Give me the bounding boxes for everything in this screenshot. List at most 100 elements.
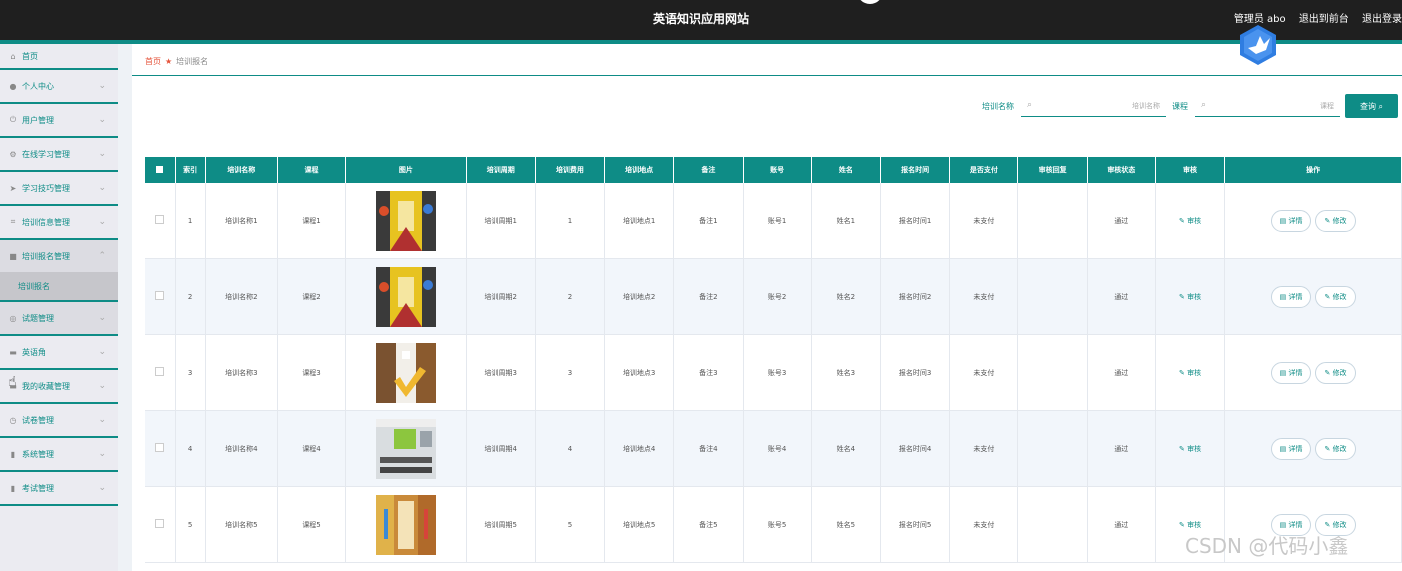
cell-account: 账号3 <box>743 334 812 411</box>
audit-link[interactable]: ✎ 审核 <box>1179 293 1201 301</box>
breadcrumb-home[interactable]: 首页 <box>145 57 161 66</box>
cell-period: 培训周期2 <box>466 258 536 335</box>
cell-note: 备注5 <box>673 486 744 563</box>
column-header: 账号 <box>743 157 812 183</box>
edit-icon: ✎ <box>1324 520 1331 529</box>
table-row: 3 培训名称3 课程3 培训周期3 3 培训地点3 备注3 账号3 姓名3 报名… <box>145 334 1402 411</box>
top-bar-stripe <box>0 40 1402 44</box>
crop-icon: ⌗ <box>10 217 16 226</box>
search-icon: ⌕ <box>1027 100 1033 110</box>
cell-paid: 未支付 <box>949 258 1019 335</box>
training-name-label: 培训名称 <box>982 102 1014 111</box>
top-bar: 英语知识应用网站 管理员 abo 退出到前台 退出登录 <box>0 0 1402 40</box>
sidebar-item-english-corner[interactable]: ▬ 英语角 ⌄ <box>0 336 118 370</box>
chevron-down-icon: ⌄ <box>98 449 106 459</box>
edit-icon: ✎ <box>1324 216 1331 225</box>
cell-audit-status: 通过 <box>1087 410 1156 487</box>
column-header: 培训地点 <box>604 157 675 183</box>
chevron-down-icon: ⌄ <box>98 149 106 159</box>
query-button[interactable]: 查询 ⌕ <box>1345 94 1398 118</box>
column-header: 审核回复 <box>1017 157 1088 183</box>
search-icon: ⌕ <box>1201 100 1207 110</box>
row-checkbox[interactable] <box>155 215 165 224</box>
edit-icon: ✎ <box>1179 368 1185 377</box>
sidebar-item-user-management[interactable]: ⏻ 用户管理 ⌄ <box>0 104 118 138</box>
column-header: 审核 <box>1155 157 1226 183</box>
chevron-down-icon: ⌄ <box>98 313 106 323</box>
sidebar-item-favorites[interactable]: ▬ 我的收藏管理 ⌄ <box>0 370 118 404</box>
edit-button[interactable]: ✎ 修改 <box>1315 285 1356 308</box>
classroom-photo-thumbnail[interactable] <box>375 190 436 251</box>
site-title: 英语知识应用网站 <box>652 12 749 26</box>
sidebar-item-home[interactable]: ⌂ 首页 <box>0 44 118 70</box>
edit-button[interactable]: ✎ 修改 <box>1315 361 1356 384</box>
row-checkbox[interactable] <box>155 519 165 528</box>
document-icon: ▤ <box>1279 216 1287 225</box>
edit-button[interactable]: ✎ 修改 <box>1315 209 1356 232</box>
row-checkbox[interactable] <box>155 443 165 452</box>
table-header-row: 索引 培训名称 课程 图片 培训周期 培训费用 培训地点 备注 账号 姓名 报名… <box>145 157 1402 183</box>
cell-fee: 2 <box>535 258 606 335</box>
top-right-links: 管理员 abo 退出到前台 退出登录 <box>1224 10 1402 25</box>
cell-audit-status: 通过 <box>1087 334 1156 411</box>
sidebar-item-personal-center[interactable]: ● 个人中心 ⌄ <box>0 70 118 104</box>
sidebar-item-online-learning[interactable]: ⚙ 在线学习管理 ⌄ <box>0 138 118 172</box>
cell-course: 课程1 <box>277 183 347 259</box>
chevron-down-icon: ⌄ <box>98 217 106 227</box>
bird-logo-icon <box>1240 25 1276 65</box>
sidebar-item-study-tips[interactable]: ➤ 学习技巧管理 ⌄ <box>0 172 118 206</box>
cell-place: 培训地点3 <box>604 334 675 411</box>
training-name-input[interactable] <box>1041 97 1162 115</box>
cell-index: 4 <box>175 410 206 487</box>
edit-icon: ✎ <box>1179 520 1185 529</box>
select-all-checkbox[interactable] <box>156 165 164 173</box>
audit-link[interactable]: ✎ 审核 <box>1179 217 1201 225</box>
sidebar-item-training-info[interactable]: ⌗ 培训信息管理 ⌄ <box>0 206 118 240</box>
cell-account: 账号2 <box>743 258 812 335</box>
edit-button[interactable]: ✎ 修改 <box>1315 437 1356 460</box>
cell-audit-status: 通过 <box>1087 486 1156 563</box>
audit-link[interactable]: ✎ 审核 <box>1179 521 1201 529</box>
cell-course: 课程2 <box>277 258 347 335</box>
sidebar-item-system[interactable]: ▮ 系统管理 ⌄ <box>0 438 118 472</box>
sidebar-subitem-training-signup[interactable]: 培训报名 <box>0 272 118 302</box>
sidebar-item-exam[interactable]: ▮ 考试管理 ⌄ <box>0 472 118 506</box>
edit-icon: ✎ <box>1179 216 1185 225</box>
trash-icon: ▮ <box>10 483 16 493</box>
cell-fee: 3 <box>535 334 606 411</box>
classroom-photo-thumbnail[interactable] <box>375 494 436 555</box>
column-header: 操作 <box>1224 157 1402 183</box>
detail-button[interactable]: ▤ 详情 <box>1270 209 1312 232</box>
chevron-down-icon: ⌄ <box>98 483 106 493</box>
select-all-header[interactable] <box>145 157 176 183</box>
detail-button[interactable]: ▤ 详情 <box>1270 437 1312 460</box>
top-circle-decoration <box>857 0 883 4</box>
sidebar-item-questions[interactable]: ◎ 试题管理 ⌄ <box>0 302 118 336</box>
back-to-front-link[interactable]: 退出到前台 <box>1299 14 1349 25</box>
detail-button[interactable]: ▤ 详情 <box>1270 285 1312 308</box>
cell-training-name: 培训名称2 <box>205 258 278 335</box>
cell-note: 备注4 <box>673 410 744 487</box>
signup-table: 索引 培训名称 课程 图片 培训周期 培训费用 培训地点 备注 账号 姓名 报名… <box>145 157 1402 563</box>
classroom-photo-thumbnail[interactable] <box>375 342 436 403</box>
document-icon: ▤ <box>1279 292 1287 301</box>
table-row: 2 培训名称2 课程2 培训周期2 2 培训地点2 备注2 账号2 姓名2 报名… <box>145 258 1402 335</box>
cell-person-name: 姓名3 <box>811 334 882 411</box>
cell-place: 培训地点4 <box>604 410 675 487</box>
detail-button[interactable]: ▤ 详情 <box>1270 361 1312 384</box>
classroom-photo-thumbnail[interactable] <box>375 418 436 479</box>
audit-link[interactable]: ✎ 审核 <box>1179 369 1201 377</box>
sidebar-item-papers[interactable]: ◷ 试卷管理 ⌄ <box>0 404 118 438</box>
breadcrumb: 首页 ★ 培训报名 <box>145 56 208 67</box>
cell-index: 1 <box>175 183 206 259</box>
user-icon: ● <box>9 81 17 91</box>
row-checkbox[interactable] <box>155 291 165 300</box>
sidebar-item-training-signup[interactable]: ■ 培训报名管理 ⌃ <box>0 240 118 272</box>
audit-link[interactable]: ✎ 审核 <box>1179 445 1201 453</box>
course-input[interactable] <box>1215 97 1336 115</box>
edit-icon: ✎ <box>1324 368 1331 377</box>
row-checkbox[interactable] <box>155 367 165 376</box>
classroom-photo-thumbnail[interactable] <box>375 266 436 327</box>
cell-training-name: 培训名称4 <box>205 410 278 487</box>
logout-link[interactable]: 退出登录 <box>1362 14 1402 25</box>
